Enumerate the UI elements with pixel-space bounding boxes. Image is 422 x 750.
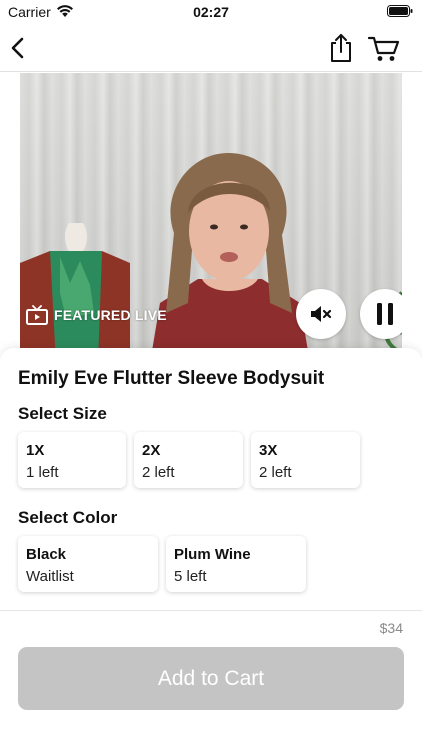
option-stock: 1 left bbox=[26, 464, 59, 481]
pause-icon bbox=[377, 303, 393, 325]
color-option-plum-wine[interactable]: Plum Wine 5 left bbox=[166, 536, 306, 592]
price-label: $34 bbox=[379, 620, 403, 636]
cart-button[interactable] bbox=[367, 32, 401, 64]
pause-button[interactable] bbox=[360, 289, 402, 339]
option-stock: Waitlist bbox=[26, 568, 74, 585]
share-button[interactable] bbox=[327, 32, 355, 64]
mute-button[interactable] bbox=[296, 289, 346, 339]
tv-icon bbox=[26, 305, 48, 325]
status-bar: Carrier 02:27 bbox=[0, 0, 422, 24]
mannequin-dress-image bbox=[20, 223, 130, 363]
nav-bar bbox=[0, 24, 422, 72]
option-name: 2X bbox=[142, 442, 161, 459]
add-to-cart-button[interactable]: Add to Cart bbox=[18, 647, 404, 710]
battery-icon bbox=[387, 5, 413, 17]
size-section-label: Select Size bbox=[18, 404, 107, 423]
back-button[interactable] bbox=[6, 34, 32, 62]
featured-live-label: FEATURED LIVE bbox=[54, 307, 167, 323]
presenter-image bbox=[150, 153, 310, 363]
mute-icon bbox=[311, 306, 332, 322]
option-name: 1X bbox=[26, 442, 45, 459]
checkout-footer: $34 Add to Cart bbox=[0, 610, 422, 750]
option-name: 3X bbox=[259, 442, 278, 459]
option-stock: 2 left bbox=[142, 464, 175, 481]
size-option-2x[interactable]: 2X 2 left bbox=[134, 432, 243, 488]
live-video-player[interactable]: FEATURED LIVE bbox=[20, 73, 402, 363]
product-title: Emily Eve Flutter Sleeve Bodysuit bbox=[18, 368, 325, 389]
product-options-sheet: Emily Eve Flutter Sleeve Bodysuit Select… bbox=[0, 348, 422, 610]
option-name: Black bbox=[26, 546, 67, 563]
option-name: Plum Wine bbox=[174, 546, 251, 563]
option-stock: 5 left bbox=[174, 568, 207, 585]
status-time: 02:27 bbox=[193, 4, 229, 20]
size-option-3x[interactable]: 3X 2 left bbox=[251, 432, 360, 488]
option-stock: 2 left bbox=[259, 464, 292, 481]
featured-live-badge: FEATURED LIVE bbox=[26, 305, 167, 325]
size-option-1x[interactable]: 1X 1 left bbox=[18, 432, 126, 488]
color-section-label: Select Color bbox=[18, 508, 118, 527]
color-option-black[interactable]: Black Waitlist bbox=[18, 536, 158, 592]
